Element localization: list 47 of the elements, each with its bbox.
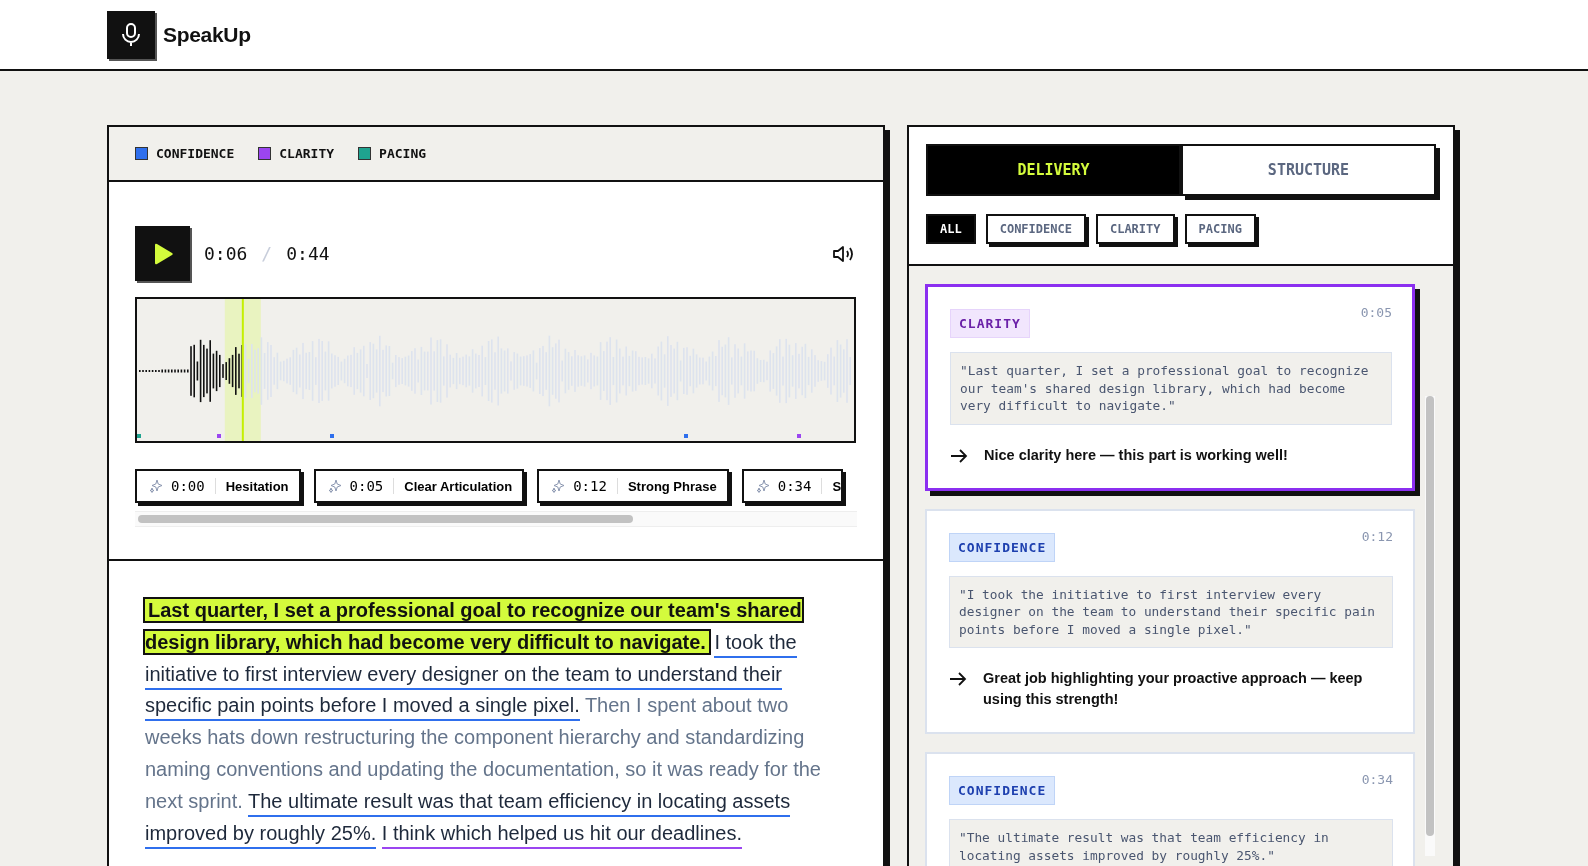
sparkle-icon bbox=[755, 479, 770, 493]
duration: 0:44 bbox=[286, 243, 330, 264]
horizontal-scrollbar[interactable] bbox=[135, 511, 857, 527]
category-tag: CONFIDENCE bbox=[949, 776, 1056, 805]
feedback-text: Great job highlighting your proactive approach — keep using this strength! bbox=[983, 669, 1364, 709]
timestamp: 0:34 bbox=[1361, 772, 1393, 787]
tab[interactable]: DELIVERY bbox=[926, 144, 1181, 196]
moment-marker[interactable] bbox=[217, 434, 221, 438]
moment-marker[interactable] bbox=[330, 434, 334, 438]
vertical-scrollbar[interactable] bbox=[1425, 396, 1435, 856]
play-button[interactable] bbox=[135, 226, 190, 281]
filter-chip[interactable]: PACING bbox=[1184, 214, 1256, 244]
feedback-card[interactable]: CONFIDENCE 0:34 "The ultimate result was that team efficiency in locating assets improved by roughly 25%." bbox=[925, 752, 1415, 866]
playhead[interactable] bbox=[241, 299, 244, 441]
time-separator: / bbox=[261, 243, 273, 264]
legend-label: CLARITY bbox=[279, 146, 335, 161]
category-tag: CLARITY bbox=[950, 309, 1030, 338]
quote-block: "The ultimate result was that team efficiency in locating assets improved by roughly 25%." bbox=[949, 819, 1393, 866]
moment-marker[interactable] bbox=[137, 434, 141, 438]
feedback-card[interactable] bbox=[925, 508, 1415, 734]
moment-marker[interactable] bbox=[684, 434, 688, 438]
microphone-logo-icon bbox=[107, 10, 155, 59]
moment-chip[interactable]: 0:34 S bbox=[741, 469, 844, 503]
feedback-text: Nice clarity here — this part is working well! bbox=[984, 445, 1288, 465]
sparkle-icon bbox=[327, 479, 342, 493]
category-tag: CONFIDENCE bbox=[949, 532, 1056, 562]
arrow-right-icon bbox=[949, 671, 967, 687]
volume-icon[interactable] bbox=[832, 243, 856, 264]
sparkle-icon bbox=[149, 479, 163, 493]
timestamp: 0:12 bbox=[1361, 528, 1393, 544]
transcript-paragraph: Last quarter, I set a professional goal to recognize our team's shared design library, which had become very difficult to navigate. I took the initiative to first interview every designer on the team to understand their specific pain points before I moved a single pixel. Then I spent about two weeks hats down restructuring the component hierarchy and standardizing naming conventions and updating the documentation, so it was ready for the next sprint. The ultimate result was that team efficiency in locating assets improved by roughly 25%. I think which helped us hit our deadlines. bbox=[109, 561, 883, 850]
filter-chip[interactable]: ALL bbox=[926, 214, 976, 244]
legend-label: CONFIDENCE bbox=[156, 146, 235, 161]
moment-chip[interactable]: 0:05 Clear Articulation bbox=[313, 469, 525, 503]
arrow-right-icon bbox=[950, 447, 968, 464]
quote-block: "I took the initiative to first interview every designer on the team to understand their specific pain points before I moved a single pixel." bbox=[949, 575, 1393, 648]
timestamp: 0:05 bbox=[1360, 305, 1392, 320]
filter-chip[interactable]: CONFIDENCE bbox=[985, 214, 1086, 244]
moment-chip[interactable]: 0:12 Strong Phrase bbox=[537, 469, 729, 503]
sparkle-icon bbox=[551, 479, 566, 493]
filter-chip[interactable]: CLARITY bbox=[1095, 214, 1175, 244]
quote-block: "Last quarter, I set a professional goal to recognize our team's shared design library, which had become very difficult to navigate." bbox=[950, 352, 1392, 425]
moment-marker[interactable] bbox=[797, 434, 801, 438]
moment-chip[interactable]: 0:00 Hesitation bbox=[135, 469, 301, 503]
current-time: 0:06 bbox=[204, 243, 248, 264]
legend-label: PACING bbox=[379, 146, 427, 161]
app-name: SpeakUp bbox=[163, 22, 251, 47]
